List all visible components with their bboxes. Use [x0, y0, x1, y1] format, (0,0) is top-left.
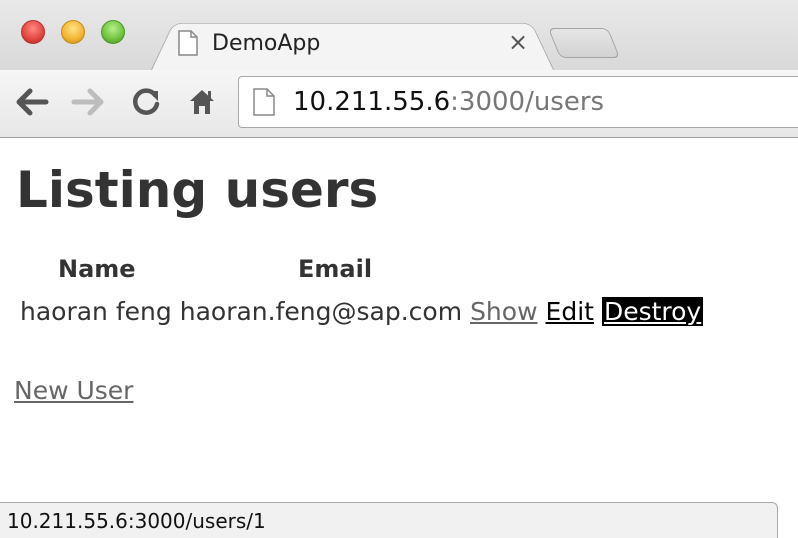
page-title: Listing users [16, 161, 379, 219]
tab-close-icon[interactable]: × [508, 28, 528, 56]
page-icon [253, 88, 275, 116]
tab-title: DemoApp [212, 30, 321, 56]
user-name-cell: haoran feng [20, 297, 172, 326]
minimize-window-icon[interactable] [61, 20, 85, 44]
reload-button[interactable] [128, 86, 164, 118]
column-header-email: Email [298, 255, 373, 283]
back-icon [16, 88, 49, 116]
reload-icon [133, 88, 160, 115]
page-icon [178, 30, 198, 56]
new-user-link[interactable]: New User [14, 376, 133, 405]
address-url[interactable]: 10.211.55.6:3000/users [293, 87, 604, 117]
address-bar[interactable]: 10.211.55.6:3000/users [238, 76, 798, 128]
status-bar-url: 10.211.55.6:3000/users/1 [0, 502, 778, 538]
zoom-window-icon[interactable] [101, 20, 125, 44]
address-host: 10.211.55.6 [293, 87, 451, 117]
home-button[interactable] [184, 86, 220, 118]
browser-tab-content[interactable]: DemoApp [178, 24, 538, 62]
forward-icon [71, 88, 104, 116]
page-content: Listing users Name Email haoran feng hao… [0, 139, 798, 538]
forward-button[interactable] [70, 86, 106, 118]
close-window-icon[interactable] [21, 20, 45, 44]
new-tab-button[interactable] [547, 28, 621, 58]
address-path: :3000/users [450, 87, 605, 117]
user-email-cell: haoran.feng@sap.com [179, 297, 463, 326]
back-button[interactable] [14, 86, 50, 118]
home-icon [190, 90, 214, 114]
show-link[interactable]: Show [470, 297, 537, 326]
column-header-name: Name [58, 255, 136, 283]
edit-link[interactable]: Edit [546, 297, 594, 326]
table-row: haoran feng haoran.feng@sap.com Show Edi… [20, 297, 711, 326]
destroy-link[interactable]: Destroy [601, 297, 704, 326]
